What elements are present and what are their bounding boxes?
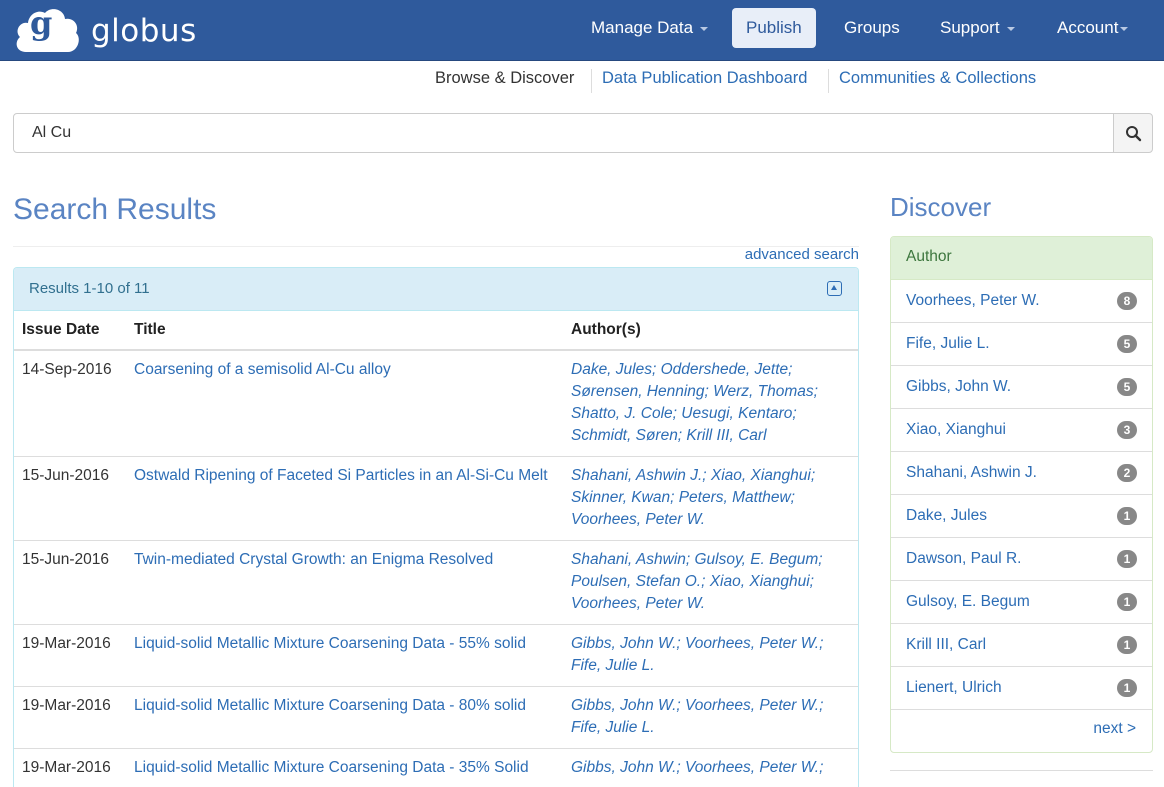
search-button[interactable] [1113,113,1153,153]
facet-item-author[interactable]: Gibbs, John W. 5 [891,366,1152,409]
search-icon [1114,114,1154,154]
row-authors-links[interactable]: Shahani, Ashwin J.; Xiao, Xianghui; Skin… [571,467,815,528]
author-facet-panel: Author Voorhees, Peter W. 8 Fife, Julie … [890,236,1153,753]
subnav-communities-label: Communities & Collections [839,69,1036,87]
nav-account[interactable]: Account [1057,18,1128,38]
row-title-link[interactable]: Twin-mediated Crystal Growth: an Enigma … [134,551,493,568]
row-authors-links[interactable]: Gibbs, John W.; Voorhees, Peter W.; Fife… [571,697,823,736]
count-badge: 2 [1117,464,1137,482]
subnav-communities[interactable]: Communities & Collections [839,69,1036,93]
facet-item-author[interactable]: Krill III, Carl 1 [891,624,1152,667]
column-header-issue-date[interactable]: Issue Date [14,311,126,350]
top-navbar: g globus Manage Data Publish Groups Supp… [0,0,1164,61]
subnav-dashboard[interactable]: Data Publication Dashboard [602,69,807,93]
nav-manage-data[interactable]: Manage Data [591,18,708,38]
facet-title: Author [891,237,1152,280]
divider [890,770,1153,774]
table-row: 19-Mar-2016 Liquid-solid Metallic Mixtur… [14,687,858,749]
nav-groups[interactable]: Groups [844,18,900,38]
row-title-link[interactable]: Liquid-solid Metallic Mixture Coarsening… [134,697,526,714]
advanced-search-link[interactable]: advanced search [745,246,859,263]
table-row: 19-Mar-2016 Liquid-solid Metallic Mixtur… [14,625,858,687]
facet-item-label: Voorhees, Peter W. [906,292,1040,309]
caret-down-icon [700,27,708,31]
count-badge: 3 [1117,421,1137,439]
count-badge: 1 [1117,593,1137,611]
row-authors-links[interactable]: Gibbs, John W.; Voorhees, Peter W.; [571,759,823,776]
row-title-link[interactable]: Coarsening of a semisolid Al-Cu alloy [134,361,391,378]
results-panel: Results 1-10 of 11 Issue Date Title Auth… [13,267,859,787]
row-date: 19-Mar-2016 [14,749,126,787]
count-badge: 5 [1117,378,1137,396]
row-date: 15-Jun-2016 [14,541,126,625]
facet-item-author[interactable]: Voorhees, Peter W. 8 [891,280,1152,323]
facet-item-author[interactable]: Fife, Julie L. 5 [891,323,1152,366]
count-badge: 8 [1117,292,1137,310]
row-title-link[interactable]: Liquid-solid Metallic Mixture Coarsening… [134,635,526,652]
column-header-title[interactable]: Title [126,311,563,350]
count-badge: 1 [1117,550,1137,568]
table-row: 14-Sep-2016 Coarsening of a semisolid Al… [14,350,858,457]
subnav-divider [828,69,829,93]
count-badge: 5 [1117,335,1137,353]
row-authors-links[interactable]: Shahani, Ashwin; Gulsoy, E. Begum; Pouls… [571,551,823,612]
subnav-browse[interactable]: Browse & Discover [435,69,574,93]
facet-item-author[interactable]: Lienert, Ulrich 1 [891,667,1152,710]
nav-manage-data-label: Manage Data [591,18,693,37]
row-title-link[interactable]: Liquid-solid Metallic Mixture Coarsening… [134,759,529,776]
facet-item-label: Xiao, Xianghui [906,421,1006,438]
brand-name[interactable]: globus [91,13,197,49]
nav-support-label: Support [940,18,1000,37]
row-date: 14-Sep-2016 [14,350,126,457]
table-row: 19-Mar-2016 Liquid-solid Metallic Mixtur… [14,749,858,787]
table-row: 15-Jun-2016 Ostwald Ripening of Faceted … [14,457,858,541]
discover-heading: Discover [890,192,991,223]
facet-item-label: Gibbs, John W. [906,378,1011,395]
facet-item-label: Lienert, Ulrich [906,679,1002,696]
count-badge: 1 [1117,636,1137,654]
column-header-authors[interactable]: Author(s) [563,311,858,350]
caret-down-icon [1007,27,1015,31]
subnav-browse-label: Browse & Discover [435,69,574,87]
caret-down-icon [1120,27,1128,31]
facet-item-label: Krill III, Carl [906,636,986,653]
facet-next-link[interactable]: next > [1093,720,1136,738]
row-date: 15-Jun-2016 [14,457,126,541]
row-authors-links[interactable]: Gibbs, John W.; Voorhees, Peter W.; Fife… [571,635,823,674]
nav-support[interactable]: Support [940,18,1015,38]
search-results-heading: Search Results [13,193,216,227]
row-authors-links[interactable]: Dake, Jules; Oddershede, Jette; Sørensen… [571,361,818,444]
divider [13,246,859,247]
facet-item-label: Fife, Julie L. [906,335,990,352]
subnav-divider [591,69,592,93]
facet-item-author[interactable]: Xiao, Xianghui 3 [891,409,1152,452]
facet-item-author[interactable]: Dake, Jules 1 [891,495,1152,538]
nav-publish[interactable]: Publish [732,8,816,48]
facet-item-label: Dake, Jules [906,507,987,524]
row-date: 19-Mar-2016 [14,625,126,687]
search-input[interactable]: Al Cu [13,113,1114,153]
facet-item-author[interactable]: Gulsoy, E. Begum 1 [891,581,1152,624]
facet-item-label: Gulsoy, E. Begum [906,593,1030,610]
results-count: Results 1-10 of 11 [29,280,150,297]
collapse-up-icon[interactable] [827,281,842,296]
row-date: 19-Mar-2016 [14,687,126,749]
count-badge: 1 [1117,679,1137,697]
nav-publish-label: Publish [746,18,802,37]
count-badge: 1 [1117,507,1137,525]
facet-item-author[interactable]: Dawson, Paul R. 1 [891,538,1152,581]
subnav-dashboard-label: Data Publication Dashboard [602,69,807,87]
nav-account-label: Account [1057,18,1118,37]
facet-item-label: Dawson, Paul R. [906,550,1021,567]
row-title-link[interactable]: Ostwald Ripening of Faceted Si Particles… [134,467,548,484]
facet-item-label: Shahani, Ashwin J. [906,464,1037,481]
table-header-row: Issue Date Title Author(s) [14,311,858,350]
logo-letter: g [30,4,52,42]
table-row: 15-Jun-2016 Twin-mediated Crystal Growth… [14,541,858,625]
nav-groups-label: Groups [844,18,900,37]
results-table: Issue Date Title Author(s) 14-Sep-2016 C… [14,311,858,787]
facet-item-author[interactable]: Shahani, Ashwin J. 2 [891,452,1152,495]
results-panel-header: Results 1-10 of 11 [14,268,858,311]
